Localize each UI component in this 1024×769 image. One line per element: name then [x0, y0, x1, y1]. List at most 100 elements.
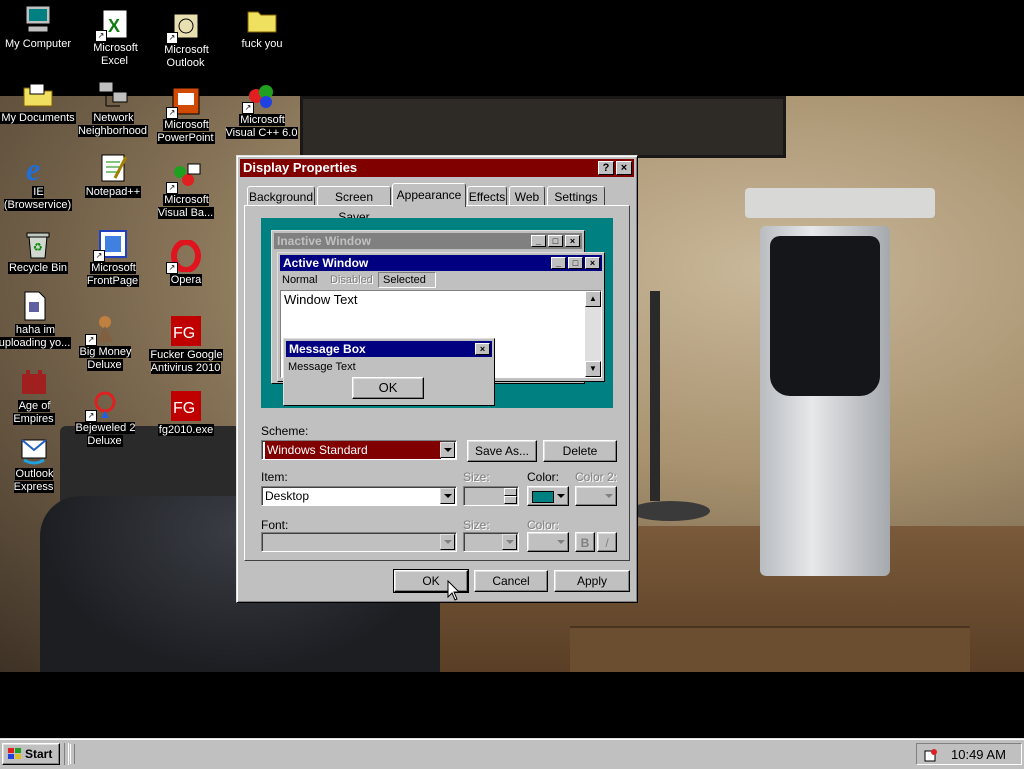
font-size-select: [463, 532, 519, 552]
tab-web[interactable]: Web: [509, 186, 545, 206]
color-chevron-down-icon: [557, 494, 565, 498]
color2-picker-button: [575, 486, 617, 506]
svg-text:FG: FG: [173, 325, 195, 342]
outlook-icon: ↗: [166, 10, 202, 44]
preview-message-box[interactable]: Message Box × Message Text OK: [283, 338, 495, 406]
aoe-icon: [18, 366, 50, 398]
computer-icon: [22, 4, 54, 36]
powerpoint-icon: ↗: [166, 85, 202, 119]
item-value: Desktop: [265, 489, 310, 503]
color2-chevron-down-icon: [605, 494, 613, 498]
spin-up-icon: [504, 488, 517, 496]
preview-minimize-icon: _: [531, 235, 546, 247]
tab-settings[interactable]: Settings: [547, 186, 605, 206]
preview-window-text: Window Text: [284, 292, 358, 307]
preview-active-close-icon: ×: [585, 257, 600, 269]
scheme-select[interactable]: Windows Standard: [261, 440, 457, 460]
svg-text:e: e: [26, 152, 40, 184]
delete-button[interactable]: Delete: [543, 440, 617, 462]
recycle-bin-icon: ♻: [22, 228, 54, 260]
bejeweled-icon: ↗: [85, 388, 121, 422]
tab-effects[interactable]: Effects: [467, 186, 507, 206]
font-label: Font:: [261, 518, 289, 532]
mouse-cursor-icon: [447, 580, 461, 601]
desktop-icon-bejeweled[interactable]: ↗ Bejeweled 2 Deluxe: [67, 388, 143, 448]
desktop-icon-frontpage[interactable]: ↗ Microsoft FrontPage: [75, 228, 151, 288]
bold-button: B: [575, 532, 595, 552]
start-button[interactable]: Start: [2, 743, 60, 765]
desktop-icon-visual-cpp[interactable]: ↗ Microsoft Visual C++ 6.0: [224, 80, 300, 140]
font-chevron-down-icon: [440, 534, 455, 550]
item-color-label: Color:: [527, 470, 560, 484]
desktop-icon-notepadpp[interactable]: Notepad++: [75, 152, 151, 199]
folder-icon: [246, 4, 278, 36]
desktop-icon-outlook-express[interactable]: Outlook Express: [0, 434, 72, 494]
scheme-label: Scheme:: [261, 424, 309, 438]
desktop-icon-opera[interactable]: ↗ Opera: [148, 239, 224, 287]
spin-down-icon: [504, 496, 517, 504]
desktop-icon-fg-antivirus[interactable]: FG Fucker Google Antivirus 2010: [148, 315, 224, 375]
apply-button[interactable]: Apply: [554, 570, 630, 592]
color-picker-button[interactable]: [527, 486, 569, 506]
display-properties-dialog: Display Properties ? × Background Screen…: [236, 155, 638, 603]
desktop-icon-my-documents[interactable]: My Documents: [0, 78, 76, 125]
close-icon: ×: [620, 162, 628, 174]
preview-active-title: Active Window: [283, 256, 369, 270]
tab-appearance[interactable]: Appearance: [392, 183, 466, 207]
volume-tray-icon[interactable]: [923, 747, 939, 763]
wallpaper-lamp-base: [630, 501, 710, 521]
svg-text:FG: FG: [173, 400, 195, 417]
scroll-up-icon: ▲: [585, 291, 601, 307]
tab-background[interactable]: Background: [247, 186, 315, 206]
desktop-icon-fg2010-exe[interactable]: FG fg2010.exe: [148, 390, 224, 437]
preview-msgbox-title-bar: Message Box ×: [286, 341, 492, 357]
desktop-icon-recycle-bin[interactable]: ♻ Recycle Bin: [0, 228, 76, 275]
opera-icon: ↗: [166, 239, 202, 274]
start-label: Start: [25, 747, 53, 761]
fg-icon: FG: [170, 315, 202, 347]
wallpaper-lamp: [650, 291, 660, 501]
item-chevron-down-icon[interactable]: [440, 488, 455, 504]
desktop-icon-folder[interactable]: fuck you: [224, 4, 300, 51]
system-tray: 10:49 AM: [916, 743, 1022, 765]
visual-basic-icon: ↗: [166, 160, 202, 194]
close-button[interactable]: ×: [616, 161, 632, 175]
preview-active-maximize-icon: □: [568, 257, 583, 269]
item-color2-label: Color 2:: [575, 470, 618, 484]
desktop-icon-ie[interactable]: e IE (Browservice): [0, 151, 76, 212]
file-icon: [19, 290, 51, 322]
save-as-button[interactable]: Save As...: [467, 440, 537, 462]
desktop-icon-excel[interactable]: X ↗ Microsoft Excel: [77, 8, 153, 68]
item-select[interactable]: Desktop: [261, 486, 457, 506]
desktop-icon-my-computer[interactable]: My Computer: [0, 4, 76, 51]
preview-msgbox-text: Message Text: [288, 361, 356, 373]
svg-text:X: X: [108, 16, 120, 36]
documents-folder-icon: [22, 78, 54, 110]
font-color-button: [527, 532, 569, 552]
color-swatch: [532, 491, 554, 503]
chevron-down-icon[interactable]: [440, 442, 455, 458]
font-size-label: Size:: [463, 518, 490, 532]
preview-inactive-title: Inactive Window: [277, 234, 371, 248]
desktop-icon-visual-basic[interactable]: ↗ Microsoft Visual Ba...: [148, 160, 224, 220]
appearance-preview[interactable]: Inactive Window _ □ × Active Window _ □ …: [261, 218, 613, 408]
scroll-down-icon: ▼: [585, 361, 601, 377]
item-size-spinner: [463, 486, 519, 506]
help-button[interactable]: ?: [598, 161, 614, 175]
clock[interactable]: 10:49 AM: [951, 747, 1006, 762]
taskbar-divider: [64, 743, 69, 765]
desktop-icon-age-of-empires[interactable]: Age of Empires: [0, 366, 72, 426]
desktop-icon-network[interactable]: Network Neighborhood: [75, 78, 151, 138]
desktop-icon-powerpoint[interactable]: ↗ Microsoft PowerPoint: [148, 85, 224, 145]
desktop-icon-outlook[interactable]: ↗ Microsoft Outlook: [148, 10, 224, 70]
desktop-icon-uploading-file[interactable]: haha im uploading yo...: [0, 290, 76, 350]
preview-msgbox-title: Message Box: [289, 342, 366, 356]
quick-launch-handle[interactable]: [70, 744, 75, 764]
preview-active-title-bar: Active Window _ □ ×: [280, 255, 602, 271]
dialog-title-bar[interactable]: Display Properties ? ×: [240, 159, 634, 177]
fg-exe-icon: FG: [170, 390, 202, 422]
tab-screen-saver[interactable]: Screen Saver: [317, 186, 391, 224]
preview-msgbox-close-icon: ×: [475, 343, 490, 355]
desktop-icon-big-money[interactable]: ↗ Big Money Deluxe: [67, 312, 143, 372]
cancel-button[interactable]: Cancel: [474, 570, 548, 592]
